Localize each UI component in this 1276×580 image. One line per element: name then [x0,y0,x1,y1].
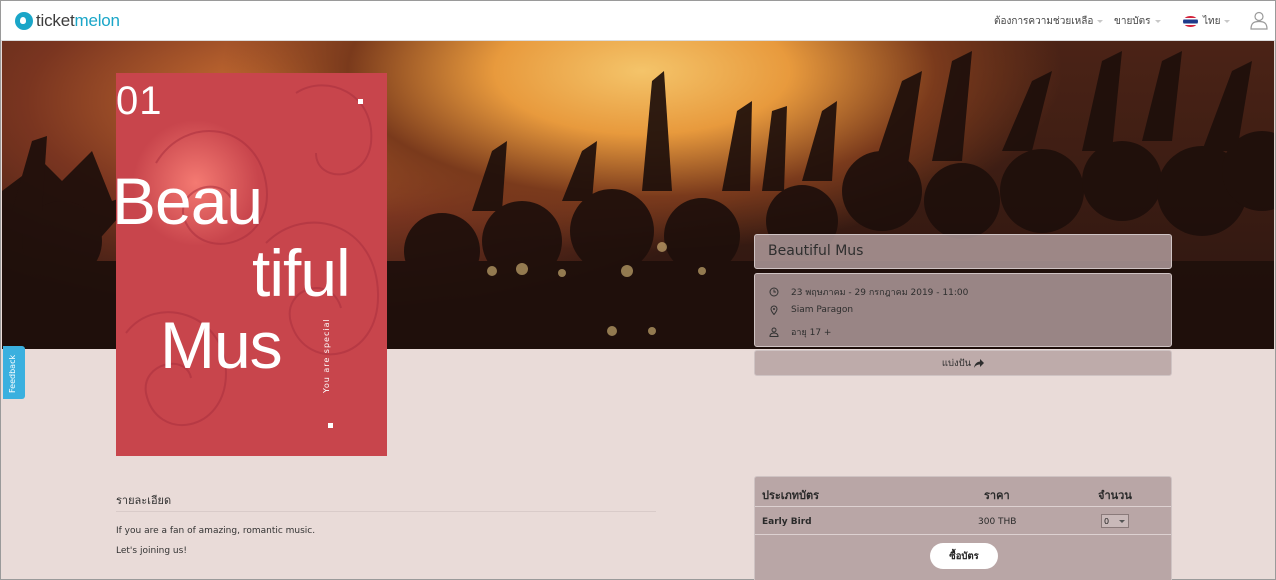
details-heading: รายละเอียด [116,494,172,507]
poster-title-line1: Beau [116,164,263,238]
event-poster: 01 Beau tiful Mus You are special [116,73,387,456]
ticket-price: 300 THB [978,517,1017,527]
event-venue-row: Siam Paragon [769,305,853,315]
ticket-table: ประเภทบัตร ราคา จำนวน Early Bird 300 THB… [754,476,1172,580]
nav-help-label: ต้องการความช่วยเหลือ [994,16,1094,27]
top-nav: ticket melon ต้องการความช่วยเหลือ ขายบัตร… [1,1,1275,41]
logo-text-melon: melon [74,11,120,30]
chevron-down-icon [1224,20,1231,23]
buy-ticket-button[interactable]: ซื้อบัตร [930,543,998,569]
row-divider [755,534,1171,535]
quantity-value: 0 [1104,516,1110,526]
chevron-down-icon [1154,20,1161,23]
nav-sell-label: ขายบัตร [1114,16,1151,27]
chevron-down-icon [1097,20,1104,23]
share-button[interactable]: แบ่งปัน [754,350,1172,376]
event-venue: Siam Paragon [791,305,854,315]
logo[interactable]: ticket melon [15,10,120,32]
feedback-tab[interactable]: Feedback [3,346,25,399]
chevron-down-icon [1119,520,1125,523]
user-account-icon[interactable] [1249,10,1269,30]
person-icon [769,327,779,337]
thai-flag-icon [1183,16,1198,27]
poster-title-line2: tiful [252,236,351,310]
location-pin-icon [770,305,778,315]
share-arrow-icon [974,358,985,368]
logo-icon [15,12,33,30]
logo-text-ticket: ticket [36,11,75,30]
col-header-qty: จำนวน [1098,489,1132,502]
details-divider [116,511,656,512]
quantity-select[interactable]: 0 [1101,514,1129,528]
details-paragraph: If you are a fan of amazing, romantic mu… [116,526,316,536]
event-age: อายุ 17 + [791,328,832,338]
event-age-row: อายุ 17 + [769,325,831,339]
ticket-type: Early Bird [762,517,812,527]
nav-sell-tickets[interactable]: ขายบัตร [1114,14,1161,29]
col-header-price: ราคา [984,489,1010,502]
event-title-card: Beautiful Mus [754,234,1172,269]
event-date: 23 พฤษภาคม - 29 กรกฎาคม 2019 - 11:00 [791,288,969,298]
language-selector[interactable]: ไทย [1183,14,1231,29]
feedback-label: Feedback [8,354,17,393]
row-divider [755,506,1171,507]
event-info-card: 23 พฤษภาคม - 29 กรกฎาคม 2019 - 11:00 Sia… [754,273,1172,347]
details-paragraph: Let's joining us! [116,546,187,556]
share-label: แบ่งปัน [941,357,972,369]
poster-tagline: You are special [322,318,331,393]
event-date-row: 23 พฤษภาคม - 29 กรกฎาคม 2019 - 11:00 [769,285,968,299]
poster-title-line3: Mus [160,308,283,382]
language-label: ไทย [1203,16,1221,27]
poster-dot [358,99,363,104]
poster-number: 01 [116,79,163,123]
poster-dot [328,423,333,428]
col-header-type: ประเภทบัตร [762,489,820,502]
event-title: Beautiful Mus [768,243,864,259]
clock-icon [769,287,779,297]
nav-help[interactable]: ต้องการความช่วยเหลือ [994,14,1104,29]
